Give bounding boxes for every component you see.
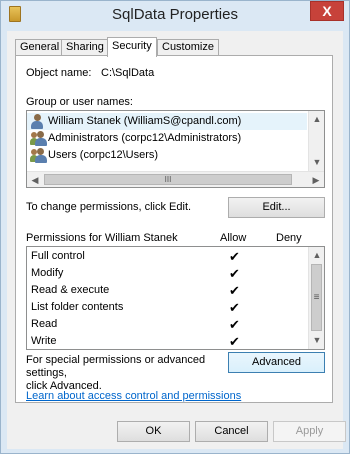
permissions-listbox[interactable]: Full control ✔ Modify ✔ Read & execute ✔…	[26, 246, 325, 350]
scroll-down-arrow-icon[interactable]: ▼	[309, 332, 325, 348]
properties-window: SqlData Properties X General Sharing Sec…	[0, 0, 350, 454]
advanced-text-line-1: For special permissions or advanced sett…	[26, 354, 206, 379]
principal-name: Administrators (corpc12\Administrators)	[48, 132, 242, 144]
learn-access-control-link[interactable]: Learn about access control and permissio…	[26, 390, 241, 402]
allow-checkmark-icon: ✔	[229, 249, 240, 264]
window-title: SqlData Properties	[112, 6, 238, 23]
group-icon	[30, 148, 47, 163]
tab-security[interactable]: Security	[107, 37, 157, 57]
object-name-value: C:\SqlData	[101, 67, 155, 79]
permission-name: Write	[31, 335, 57, 347]
change-permissions-text: To change permissions, click Edit.	[26, 201, 192, 213]
tab-customize[interactable]: Customize	[157, 39, 219, 56]
group-icon	[30, 131, 47, 146]
principal-row[interactable]: Users (corpc12\Users)	[27, 147, 307, 164]
horizontal-scroll-thumb[interactable]: III	[44, 174, 292, 185]
principal-name: William Stanek (WilliamS@cpandl.com)	[48, 115, 242, 127]
permission-name: Modify	[31, 267, 64, 279]
ok-button[interactable]: OK	[117, 421, 190, 442]
permissions-vertical-scrollbar[interactable]: ▲ ≡ ▼	[308, 247, 324, 349]
principals-vertical-scrollbar[interactable]: ▲ ▼	[308, 111, 324, 171]
permission-name: Read	[31, 318, 58, 330]
permissions-header: Permissions for William Stanek	[26, 232, 178, 244]
allow-checkmark-icon: ✔	[229, 317, 240, 332]
user-icon	[30, 114, 44, 129]
permission-name: Read & execute	[31, 284, 110, 296]
allow-checkmark-icon: ✔	[229, 334, 240, 349]
tab-general[interactable]: General	[15, 39, 65, 56]
permission-name: Full control	[31, 250, 85, 262]
allow-column-header: Allow	[220, 232, 247, 244]
dialog-client: General Sharing Security Customize Objec…	[7, 31, 346, 449]
allow-checkmark-icon: ✔	[229, 266, 240, 281]
scroll-up-arrow-icon[interactable]: ▲	[309, 111, 325, 127]
vertical-scroll-thumb[interactable]: ≡	[311, 264, 322, 331]
deny-column-header: Deny	[276, 232, 302, 244]
scroll-down-arrow-icon[interactable]: ▼	[309, 154, 325, 170]
close-button[interactable]: X	[310, 1, 344, 21]
scroll-right-arrow-icon[interactable]: ▶	[308, 172, 324, 188]
apply-button[interactable]: Apply	[273, 421, 346, 442]
security-tab-panel: Object name: C:\SqlData Group or user na…	[15, 55, 333, 403]
scroll-up-arrow-icon[interactable]: ▲	[309, 247, 325, 263]
permission-name: List folder contents	[31, 301, 124, 313]
scroll-left-arrow-icon[interactable]: ◀	[27, 172, 43, 188]
principals-listbox[interactable]: William Stanek (WilliamS@cpandl.com) Adm…	[26, 110, 325, 188]
allow-checkmark-icon: ✔	[229, 300, 240, 315]
advanced-settings-text: For special permissions or advanced sett…	[26, 354, 226, 393]
object-name-label: Object name:	[26, 67, 92, 79]
cancel-button[interactable]: Cancel	[195, 421, 268, 442]
tab-sharing[interactable]: Sharing	[61, 39, 109, 56]
principal-row[interactable]: William Stanek (WilliamS@cpandl.com)	[27, 113, 307, 130]
title-bar[interactable]: SqlData Properties X	[1, 1, 349, 31]
advanced-button[interactable]: Advanced	[228, 352, 325, 373]
principals-horizontal-scrollbar[interactable]: ◀ III ▶	[27, 171, 324, 187]
principal-row[interactable]: Administrators (corpc12\Administrators)	[27, 130, 307, 147]
allow-checkmark-icon: ✔	[229, 283, 240, 298]
group-names-label: Group or user names:	[26, 96, 133, 108]
principal-name: Users (corpc12\Users)	[48, 149, 159, 161]
edit-button[interactable]: Edit...	[228, 197, 325, 218]
